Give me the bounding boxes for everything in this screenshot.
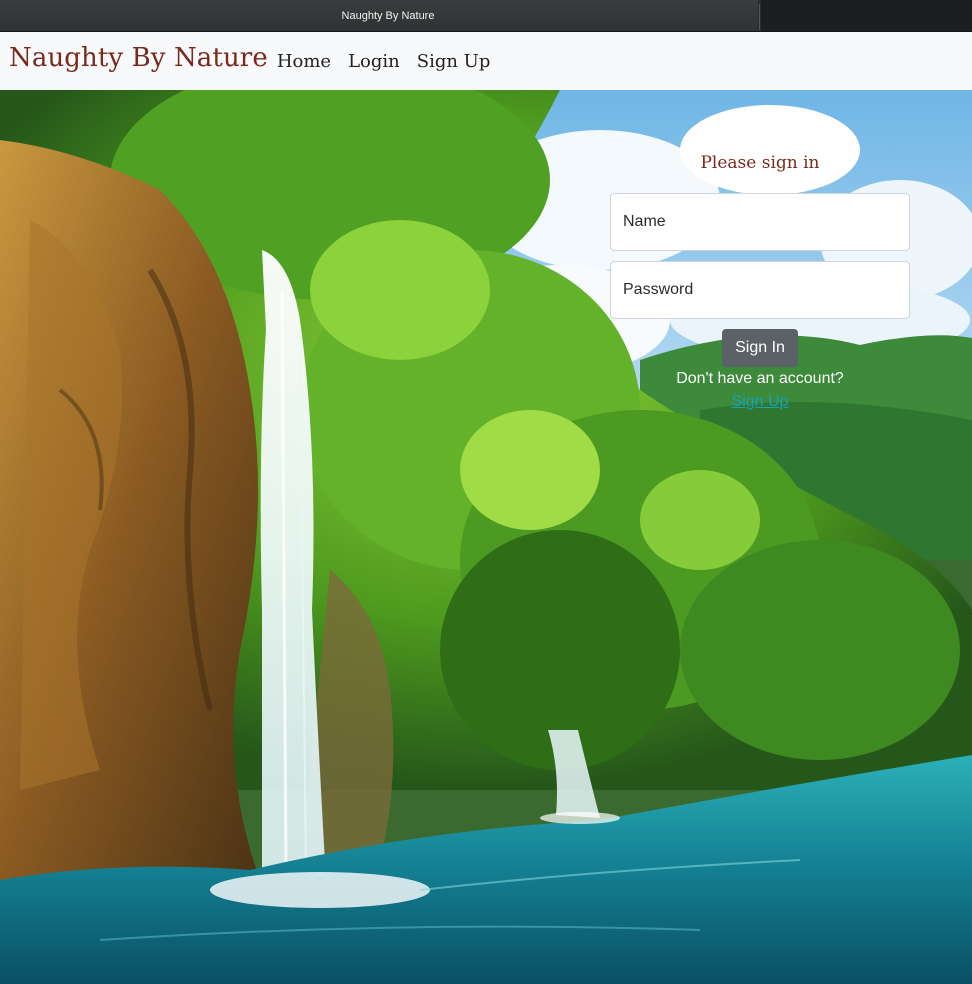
brand-logo[interactable]: Naughty By Nature: [9, 43, 268, 73]
browser-tab-bar: Naughty By Nature: [0, 0, 972, 32]
nav-login-link[interactable]: Login: [348, 51, 400, 72]
password-input[interactable]: [610, 261, 910, 319]
tab-divider: [759, 4, 760, 30]
signin-button[interactable]: Sign In: [722, 329, 798, 367]
signup-link[interactable]: Sign Up: [610, 393, 910, 411]
tab-bar-empty-area: [761, 0, 972, 31]
navbar: Naughty By Nature Home Login Sign Up: [0, 32, 972, 90]
no-account-text: Don't have an account?: [676, 370, 844, 387]
nav-signup-link[interactable]: Sign Up: [417, 51, 491, 72]
name-input[interactable]: [610, 193, 910, 251]
browser-tab-title: Naughty By Nature: [341, 9, 435, 22]
nav-home-link[interactable]: Home: [277, 51, 331, 72]
browser-tab[interactable]: Naughty By Nature: [0, 0, 758, 31]
signin-title: Please sign in: [700, 153, 820, 173]
